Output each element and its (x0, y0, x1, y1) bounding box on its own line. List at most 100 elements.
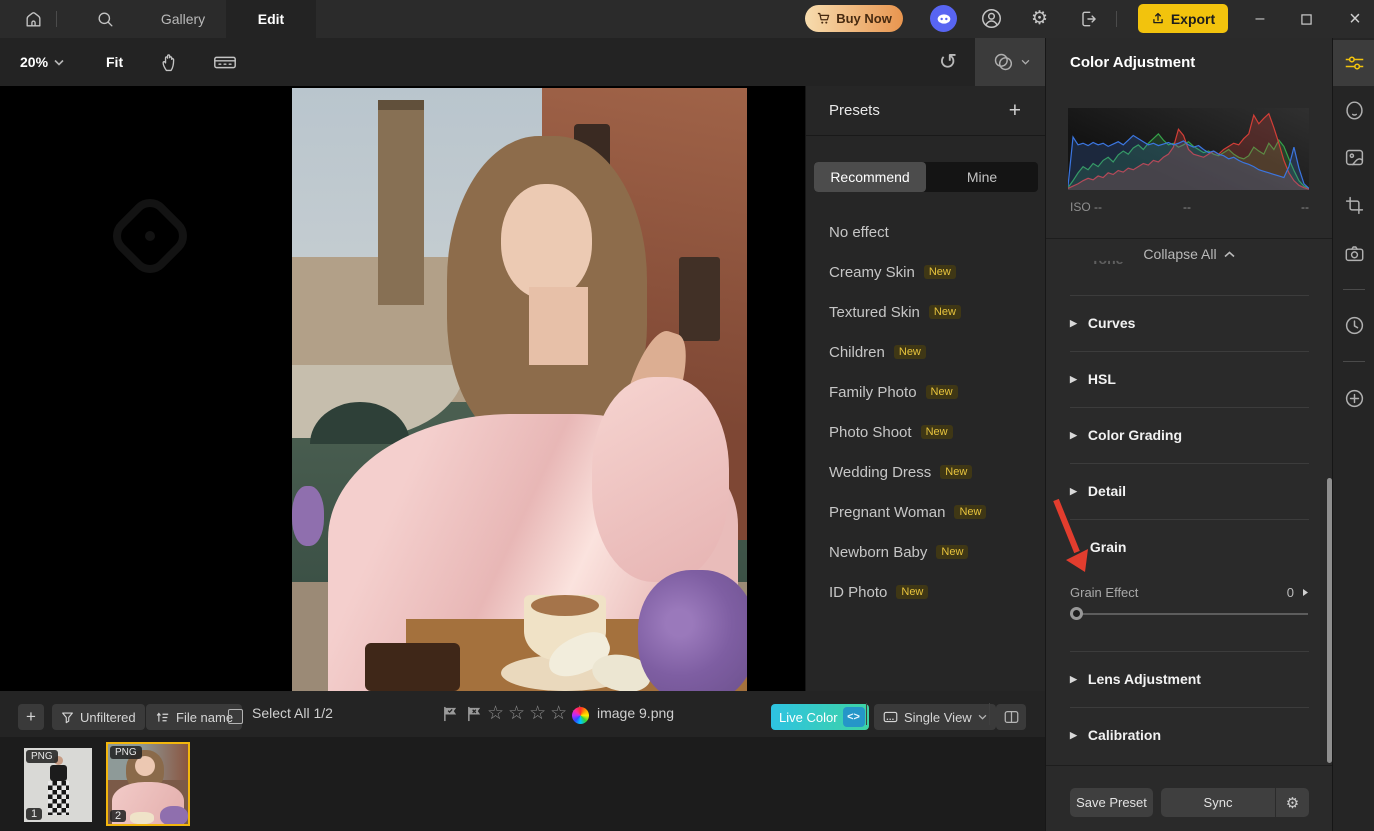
stepper-right-icon[interactable] (1302, 588, 1309, 597)
preset-label: Newborn Baby (829, 544, 927, 561)
photo-coffee (531, 595, 599, 616)
photo-bell-tower (378, 100, 424, 305)
section-label: Calibration (1088, 727, 1161, 743)
thumbnail-1[interactable]: PNG 1 (24, 748, 92, 822)
canvas-area[interactable] (0, 86, 805, 691)
photo-purple-flowers-left (292, 486, 324, 546)
sync-settings-button[interactable]: ⚙ (1275, 788, 1309, 817)
thumb2-cup (130, 812, 154, 824)
compare-dropdown[interactable] (975, 38, 1045, 86)
preset-item[interactable]: ChildrenNew (806, 332, 1045, 372)
select-all-label: Select All 1/2 (252, 705, 333, 721)
preset-item[interactable]: ID PhotoNew (806, 572, 1045, 612)
titlebar-divider (56, 11, 57, 27)
presets-panel: Presets + Recommend Mine No effect Cream… (805, 86, 1045, 691)
color-label-button[interactable] (572, 707, 589, 724)
sync-button-group: Sync ⚙ (1161, 788, 1309, 817)
presets-header: Presets + (806, 86, 1045, 136)
sidebar-add-tool[interactable] (1333, 375, 1374, 421)
tab-gallery[interactable]: Gallery (148, 0, 218, 38)
close-button[interactable]: × (1338, 0, 1372, 38)
zoom-level-dropdown[interactable]: 20% (20, 38, 64, 86)
cart-icon (816, 11, 831, 26)
pan-tool-button[interactable] (152, 38, 186, 86)
titlebar-divider-2 (1116, 11, 1117, 27)
account-button[interactable] (978, 5, 1005, 32)
tab-mine[interactable]: Mine (926, 162, 1038, 192)
flag-pick-button[interactable] (442, 706, 459, 722)
sidebar-crop-tool[interactable] (1333, 182, 1374, 228)
settings-button[interactable]: ⚙ (1026, 5, 1053, 32)
preset-item[interactable]: Pregnant WomanNew (806, 492, 1045, 532)
flag-reject-button[interactable] (466, 706, 483, 722)
grain-effect-slider-handle[interactable] (1070, 607, 1083, 620)
new-badge: New (936, 545, 968, 559)
sync-button[interactable]: Sync (1161, 788, 1275, 817)
split-view-button[interactable] (996, 704, 1026, 730)
star-icon[interactable]: ☆ (550, 703, 571, 724)
undo-button[interactable]: ↺ (930, 38, 966, 86)
buy-now-button[interactable]: Buy Now (805, 5, 903, 32)
star-icon[interactable]: ☆ (487, 703, 508, 724)
star-icon[interactable]: ☆ (508, 703, 529, 724)
signout-button[interactable] (1074, 5, 1101, 32)
preset-item[interactable]: No effect (806, 212, 1045, 252)
filter-label: Unfiltered (80, 710, 136, 725)
section-divider (1070, 463, 1309, 464)
export-button[interactable]: Export (1138, 4, 1228, 33)
thumb2-face (135, 756, 155, 776)
collapse-all-button[interactable]: Collapse All (1046, 246, 1332, 262)
panorama-tool-button[interactable] (206, 38, 244, 86)
thumb1-top (50, 765, 67, 781)
panel-separator (1046, 238, 1332, 239)
triangle-right-icon: ▶ (1070, 730, 1077, 741)
preset-label: Photo Shoot (829, 424, 912, 441)
sidebar-divider (1343, 289, 1365, 290)
grain-effect-slider-track[interactable] (1070, 613, 1308, 615)
minimize-button[interactable]: – (1243, 0, 1277, 38)
tab-edit[interactable]: Edit (226, 0, 316, 38)
preset-item[interactable]: Photo ShootNew (806, 412, 1045, 452)
preset-label: Pregnant Woman (829, 504, 945, 521)
chevron-down-icon (978, 714, 987, 720)
preset-item[interactable]: Creamy SkinNew (806, 252, 1045, 292)
maximize-button[interactable] (1289, 0, 1323, 38)
clock-icon (1344, 315, 1365, 336)
sidebar-adjust-tool[interactable] (1333, 40, 1374, 86)
edit-toolbar: 20% Fit ↺ (0, 38, 1045, 86)
code-icon: <> (843, 707, 865, 727)
sidebar-portrait-tool[interactable] (1333, 87, 1374, 133)
preset-item[interactable]: Wedding DressNew (806, 452, 1045, 492)
live-color-button[interactable]: Live Color <> (771, 704, 869, 730)
sidebar-history-tool[interactable] (1333, 302, 1374, 348)
discord-button[interactable] (930, 5, 957, 32)
titlebar: Gallery Edit Buy Now ⚙ Export – × (0, 0, 1374, 38)
add-image-button[interactable]: + (18, 704, 44, 730)
filter-button[interactable]: Unfiltered (52, 704, 145, 730)
select-all-checkbox[interactable] (228, 709, 243, 724)
fit-button[interactable]: Fit (106, 38, 123, 86)
sidebar-camera-tool[interactable] (1333, 230, 1374, 276)
photo-neck (529, 287, 588, 365)
tab-recommend[interactable]: Recommend (814, 162, 926, 192)
panorama-icon (213, 54, 237, 71)
plus-icon: + (26, 707, 36, 727)
search-button[interactable] (88, 0, 122, 38)
preset-item[interactable]: Textured SkinNew (806, 292, 1045, 332)
preset-item[interactable]: Family PhotoNew (806, 372, 1045, 412)
histogram-chart (1068, 108, 1309, 190)
photo-cake (365, 643, 461, 691)
save-preset-button[interactable]: Save Preset (1070, 788, 1153, 817)
single-view-dropdown[interactable]: Single View (874, 704, 996, 730)
sidebar-image-tool[interactable] (1333, 134, 1374, 180)
add-preset-button[interactable]: + (1009, 99, 1021, 123)
new-badge: New (929, 305, 961, 319)
new-badge: New (926, 385, 958, 399)
panel-title: Color Adjustment (1045, 38, 1332, 86)
new-badge: New (896, 585, 928, 599)
preset-item[interactable]: Newborn Baby New (806, 532, 1045, 572)
edited-photo[interactable] (292, 88, 747, 691)
home-button[interactable] (16, 0, 50, 38)
thumbnail-2-selected[interactable]: PNG 2 (106, 742, 190, 826)
star-icon[interactable]: ☆ (529, 703, 550, 724)
